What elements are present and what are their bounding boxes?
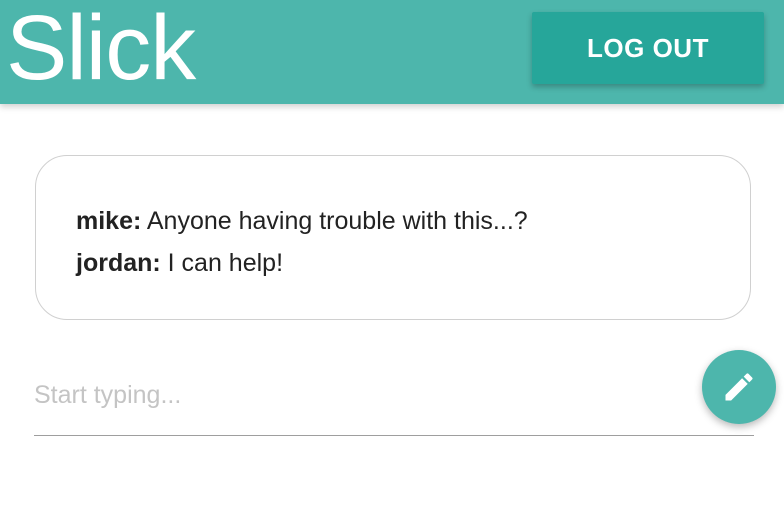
chat-app: Slick LOG OUT mike: Anyone having troubl…: [0, 0, 784, 528]
message-item: mike: Anyone having trouble with this...…: [76, 200, 750, 242]
message-text: I can help!: [160, 249, 284, 277]
message-input[interactable]: [34, 370, 674, 420]
app-header: Slick LOG OUT: [0, 0, 784, 104]
message-author: mike:: [76, 207, 142, 235]
logout-button[interactable]: LOG OUT: [532, 12, 764, 84]
pencil-icon: [725, 373, 753, 401]
compose-button[interactable]: [702, 350, 776, 424]
message-list: mike: Anyone having trouble with this...…: [35, 155, 751, 320]
message-author: jordan:: [76, 249, 161, 277]
message-item: jordan: I can help!: [76, 242, 750, 284]
message-text: Anyone having trouble with this...?: [141, 207, 528, 235]
app-title: Slick: [6, 0, 196, 99]
message-input-container: [34, 360, 754, 436]
